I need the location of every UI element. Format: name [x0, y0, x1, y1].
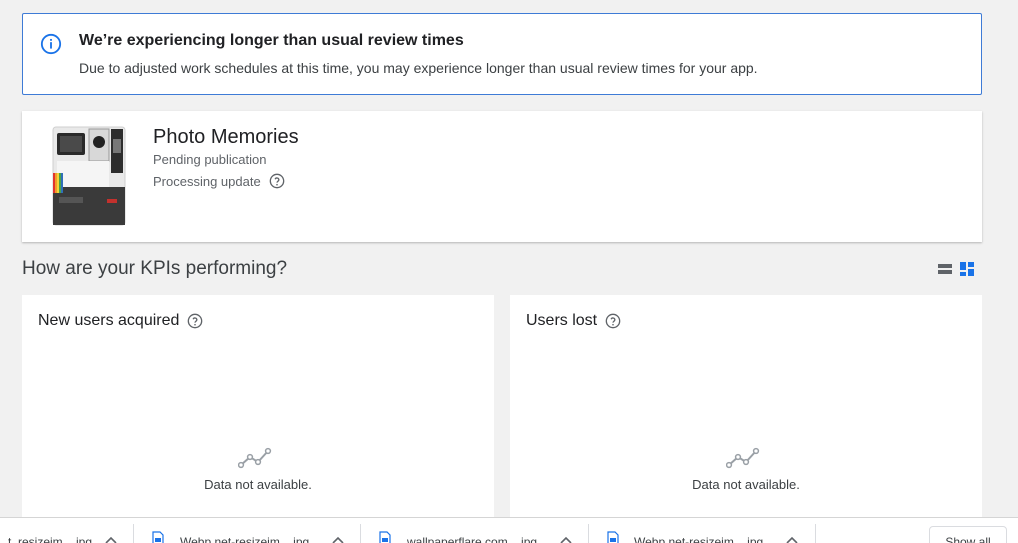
file-icon [152, 531, 164, 543]
app-name: Photo Memories [153, 126, 299, 148]
kpi-card-users-lost: Users lost Data not available. [510, 295, 982, 520]
kpi-card-new-users: New users acquired Data not available. [22, 295, 494, 520]
info-icon [40, 33, 62, 55]
banner-title: We’re experiencing longer than usual rev… [79, 32, 464, 49]
download-separator [360, 524, 361, 543]
app-status: Pending publication [153, 152, 267, 167]
review-times-banner: We’re experiencing longer than usual rev… [22, 13, 982, 95]
chevron-up-icon[interactable] [332, 536, 344, 543]
app-update-label: Processing update [153, 173, 261, 189]
file-icon [607, 531, 619, 543]
download-filename: wallpaperflare.com....jpg [407, 535, 538, 543]
banner-body: Due to adjusted work schedules at this t… [79, 60, 758, 76]
download-filename: Webp.net-resizeim....jpg [180, 535, 310, 543]
kpi-card-title: Users lost [526, 312, 621, 330]
download-bar: ...t_resizeim....jpg Webp.net-resizeim..… [0, 517, 1018, 543]
list-view-icon[interactable] [937, 261, 953, 277]
instant-camera-app-icon [52, 126, 126, 226]
no-data-message: Data not available. [204, 477, 312, 492]
trend-line-icon [726, 447, 760, 469]
file-icon [379, 531, 391, 543]
download-filename: Webp.net-resizeim....jpg [634, 535, 764, 543]
kpi-title-label: New users acquired [38, 312, 180, 329]
show-all-downloads-button[interactable]: Show all [929, 526, 1007, 543]
download-separator [133, 524, 134, 543]
chevron-up-icon[interactable] [786, 536, 798, 543]
help-icon[interactable] [605, 313, 621, 329]
no-data-message: Data not available. [692, 477, 800, 492]
download-separator [815, 524, 816, 543]
chevron-up-icon[interactable] [105, 536, 117, 543]
kpi-heading: How are your KPIs performing? [22, 258, 288, 279]
app-summary-card: Photo Memories Pending publication Proce… [22, 111, 982, 242]
help-icon[interactable] [269, 173, 285, 189]
app-update-status: Processing update [153, 173, 285, 189]
kpi-card-title: New users acquired [38, 312, 203, 330]
help-icon[interactable] [187, 313, 203, 329]
kpi-title-label: Users lost [526, 312, 598, 329]
chevron-up-icon[interactable] [560, 536, 572, 543]
download-filename: ...t_resizeim....jpg [0, 535, 93, 543]
grid-view-icon[interactable] [959, 261, 975, 277]
trend-line-icon [238, 447, 272, 469]
download-separator [588, 524, 589, 543]
